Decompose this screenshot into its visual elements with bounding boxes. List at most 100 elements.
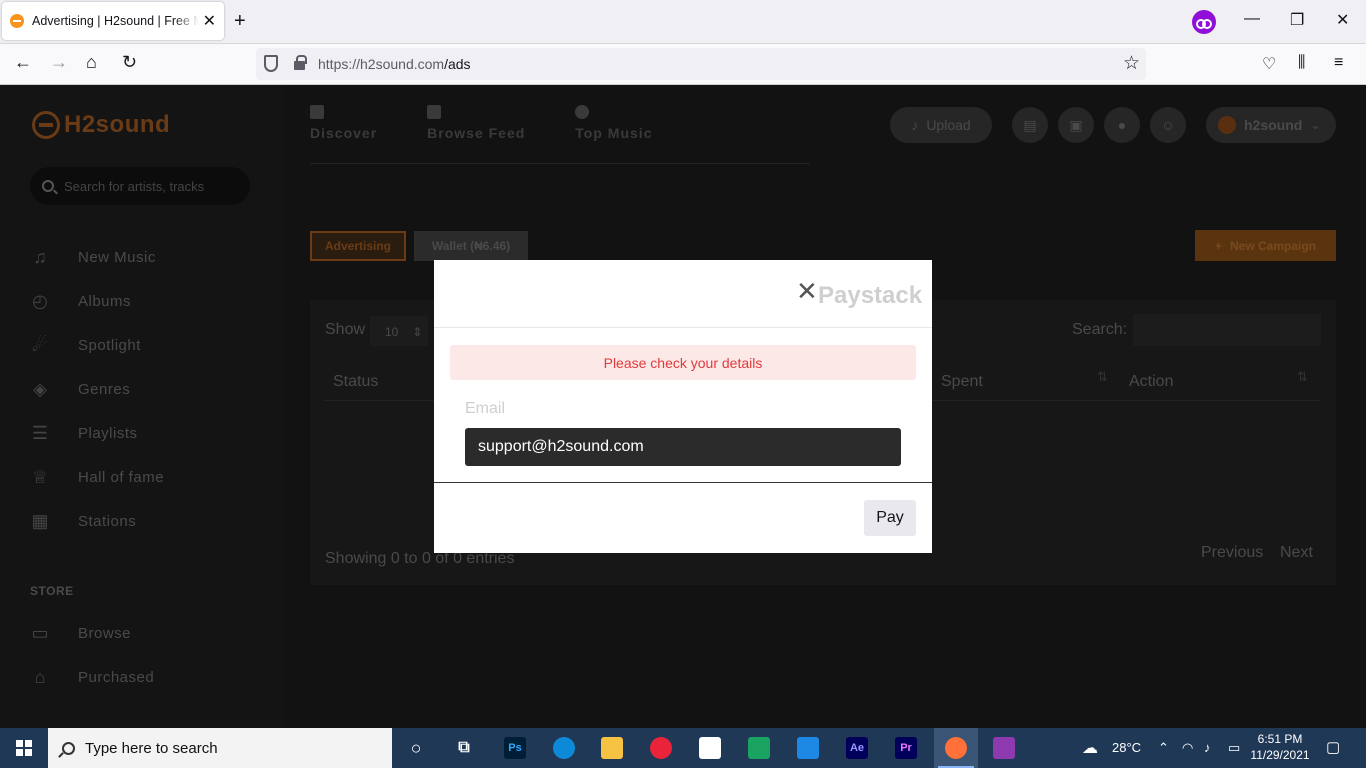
chevron-down-icon: ⌄ xyxy=(1310,118,1321,132)
file-explorer-icon[interactable] xyxy=(601,737,623,759)
sort-icon[interactable]: ⇅ xyxy=(1297,369,1308,385)
store-icon[interactable] xyxy=(699,737,721,759)
cortana-icon[interactable]: ○ xyxy=(405,737,427,759)
wifi-icon[interactable]: ◠ xyxy=(1182,740,1193,756)
search-icon xyxy=(62,741,75,755)
minimize-icon[interactable]: — xyxy=(1244,10,1260,28)
browser-nav-bar: ← → ⌂ ↻ https://h2sound.com/ads ☆ ♡ ⫼ ≡ xyxy=(0,44,1366,85)
task-view-icon[interactable]: ⧉ xyxy=(453,737,475,759)
tab-wallet[interactable]: Wallet (₦6.46) xyxy=(414,231,528,261)
sidebar-item-browse[interactable]: ▭ Browse xyxy=(30,611,154,655)
reload-icon[interactable]: ↻ xyxy=(122,52,137,73)
close-tab-icon[interactable]: ✕ xyxy=(203,11,216,31)
entries-select[interactable]: 10 ⇕ xyxy=(370,316,428,346)
site-favicon-icon xyxy=(10,14,24,28)
browser-tab[interactable]: Advertising | H2sound | Free Music ✕ xyxy=(2,2,224,40)
spotlight-icon: ☄ xyxy=(31,334,49,355)
mail-icon[interactable] xyxy=(797,737,819,759)
search-label: Search: xyxy=(1072,321,1128,338)
store-button[interactable]: ▣ xyxy=(1058,107,1094,143)
close-icon[interactable]: ✕ xyxy=(796,276,818,307)
firefox-icon xyxy=(945,737,967,759)
updown-icon: ⇕ xyxy=(412,325,423,339)
back-icon[interactable]: ← xyxy=(14,52,32,73)
taskbar-search-input[interactable]: Type here to search xyxy=(48,728,392,768)
grid-icon xyxy=(310,105,324,119)
music-note-icon: ♫ xyxy=(33,246,47,267)
cloud-weather-icon[interactable]: ☁ xyxy=(1082,738,1098,758)
list-icon: ▤ xyxy=(1023,116,1037,133)
bag-icon: ▣ xyxy=(1069,116,1083,133)
close-window-icon[interactable]: ✕ xyxy=(1336,10,1349,30)
sidebar-item-spotlight[interactable]: ☄ Spotlight xyxy=(30,323,164,367)
disc-icon: ◴ xyxy=(32,290,48,311)
sidebar-item-stations[interactable]: ▦ Stations xyxy=(30,499,164,543)
site-logo[interactable]: H2sound xyxy=(32,111,170,139)
pay-button[interactable]: Pay xyxy=(864,500,916,536)
archive-app-icon[interactable] xyxy=(993,737,1015,759)
after-effects-icon[interactable]: Ae xyxy=(846,737,868,759)
sidebar-item-playlists[interactable]: ☰ Playlists xyxy=(30,411,164,455)
weather-temp[interactable]: 28°C xyxy=(1112,740,1141,755)
notifications-icon[interactable]: ▢ xyxy=(1326,738,1340,756)
edge-icon[interactable] xyxy=(553,737,575,759)
avatar xyxy=(1218,116,1236,134)
url-text[interactable]: https://h2sound.com/ads xyxy=(318,56,471,72)
chart-icon xyxy=(575,105,590,119)
library-icon[interactable]: ⫼ xyxy=(1298,54,1305,72)
system-clock[interactable]: 6:51 PM 11/29/2021 xyxy=(1248,731,1312,763)
site-search-input[interactable]: Search for artists, tracks xyxy=(30,167,250,205)
windows-start-icon[interactable] xyxy=(16,740,32,756)
table-search-input[interactable] xyxy=(1133,314,1321,346)
top-nav: Discover Browse Feed Top Music xyxy=(310,105,652,141)
column-status[interactable]: Status xyxy=(333,373,378,391)
home-icon[interactable]: ⌂ xyxy=(86,52,97,73)
sidebar-item-new-music[interactable]: ♫ New Music xyxy=(30,235,164,279)
user-menu[interactable]: h2sound ⌄ xyxy=(1206,107,1336,143)
sidebar-item-purchased[interactable]: ⌂ Purchased xyxy=(30,655,154,699)
new-tab-icon[interactable]: + xyxy=(234,10,246,33)
app-menu-icon[interactable]: ≡ xyxy=(1334,54,1343,72)
sort-icon[interactable]: ⇅ xyxy=(1097,369,1108,385)
browse-icon: ▭ xyxy=(31,622,49,643)
forward-icon[interactable]: → xyxy=(50,52,68,73)
column-action[interactable]: Action xyxy=(1129,373,1173,391)
photoshop-icon[interactable]: Ps xyxy=(504,737,526,759)
add-friend-button[interactable]: ☺ xyxy=(1150,107,1186,143)
volume-icon[interactable]: ♪ xyxy=(1204,740,1211,755)
app-icon[interactable] xyxy=(650,737,672,759)
nav-top-music[interactable]: Top Music xyxy=(575,105,652,141)
previous-page-button[interactable]: Previous xyxy=(1201,544,1263,562)
spreadsheet-app-icon[interactable] xyxy=(748,737,770,759)
new-campaign-button[interactable]: + New Campaign xyxy=(1195,230,1336,261)
nav-browse-feed[interactable]: Browse Feed xyxy=(427,105,525,141)
layers-icon: ◈ xyxy=(33,378,47,399)
tracking-shield-icon[interactable] xyxy=(264,55,278,72)
tab-advertising[interactable]: Advertising xyxy=(310,231,406,261)
feed-button[interactable]: ▤ xyxy=(1012,107,1048,143)
bookmark-star-icon[interactable]: ☆ xyxy=(1123,52,1140,75)
url-bar[interactable]: https://h2sound.com/ads ☆ xyxy=(256,48,1146,80)
firefox-taskbar-button[interactable] xyxy=(934,728,978,768)
restore-icon[interactable]: ❐ xyxy=(1290,10,1304,30)
main-menu: ♫ New Music ◴ Albums ☄ Spotlight ◈ Genres ☰ P… xyxy=(30,235,164,543)
trophy-icon: ♕ xyxy=(31,466,49,487)
upload-button[interactable]: ♪ Upload xyxy=(890,107,992,143)
private-browsing-icon xyxy=(1192,10,1216,34)
sidebar-item-albums[interactable]: ◴ Albums xyxy=(30,279,164,323)
nav-discover[interactable]: Discover xyxy=(310,105,377,141)
lock-icon[interactable] xyxy=(294,55,307,70)
sidebar-item-genres[interactable]: ◈ Genres xyxy=(30,367,164,411)
pocket-icon[interactable]: ♡ xyxy=(1262,54,1276,74)
sidebar-item-hall-of-fame[interactable]: ♕ Hall of fame xyxy=(30,455,164,499)
column-spent[interactable]: Spent xyxy=(941,373,983,391)
store-menu: ▭ Browse ⌂ Purchased xyxy=(30,611,154,699)
premiere-icon[interactable]: Pr xyxy=(895,737,917,759)
email-field[interactable]: support@h2sound.com xyxy=(465,428,901,466)
next-page-button[interactable]: Next xyxy=(1280,544,1313,562)
paystack-modal: ✕ Paystack Please check your details Ema… xyxy=(434,260,932,553)
chevron-up-icon[interactable]: ⌃ xyxy=(1158,740,1169,756)
battery-icon[interactable]: ▭ xyxy=(1228,740,1240,756)
notifications-button[interactable]: ● xyxy=(1104,107,1140,143)
music-plus-icon: ♪ xyxy=(911,117,919,133)
